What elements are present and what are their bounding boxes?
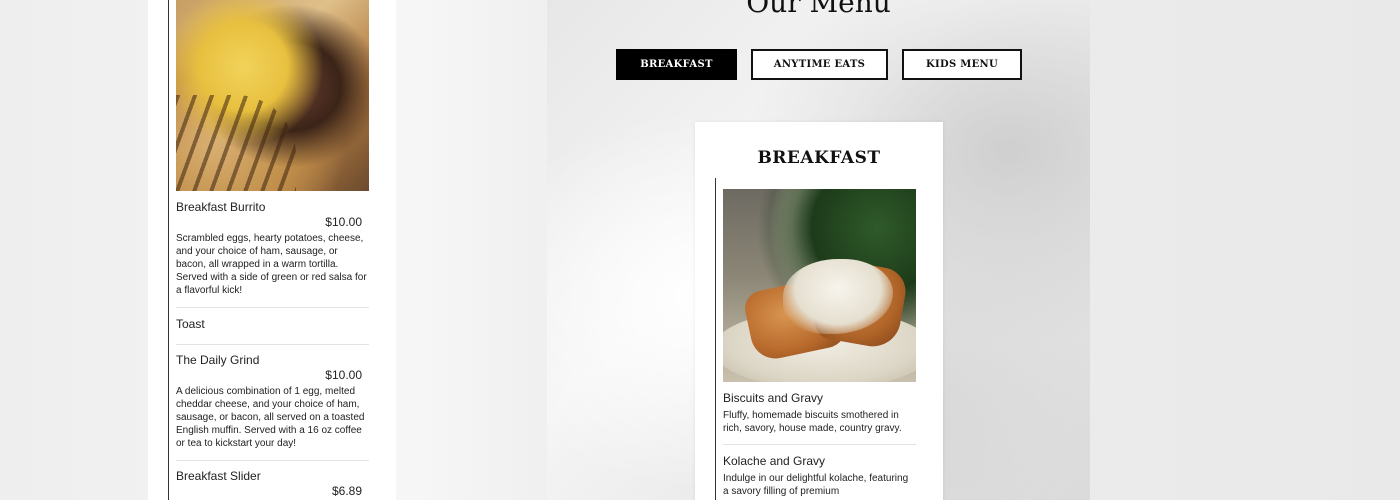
item-name: Kolache and Gravy [723,454,826,468]
item-price: $6.89 [331,484,362,498]
item-price: $10.00 [325,215,362,229]
item-divider [723,444,916,445]
item-name: Breakfast Slider [176,469,261,483]
tab-kids-menu[interactable]: KIDS MENU [902,49,1022,80]
menu-item-toast: Toast [176,317,369,331]
menu-item-biscuits-and-gravy: Biscuits and Gravy Fluffy, homemade bisc… [723,391,909,435]
menu-item-daily-grind: The Daily Grind $10.00 A delicious combi… [176,353,369,450]
menu-item-kolache-and-gravy: Kolache and Gravy Indulge in our delight… [723,454,909,498]
item-description: Indulge in our delightful kolache, featu… [723,473,909,497]
card-vertical-rule [715,178,716,500]
tab-breakfast[interactable]: BREAKFAST [616,49,737,80]
card-title: BREAKFAST [757,148,881,168]
menu-item-breakfast-burrito: Breakfast Burrito $10.00 Scrambled eggs,… [176,200,369,297]
item-divider [176,307,369,308]
biscuits-and-gravy-photo [723,189,916,382]
item-name: Breakfast Burrito [176,200,266,214]
menu-heading: Our Menu [746,0,891,19]
item-description: Scrambled eggs, hearty potatoes, cheese,… [176,233,367,296]
item-description: Fluffy, homemade biscuits smothered in r… [723,410,902,434]
item-price: $10.00 [325,368,362,382]
page: Breakfast Burrito $10.00 Scrambled eggs,… [0,0,1400,500]
tab-anytime-eats[interactable]: ANYTIME EATS [751,49,888,80]
menu-item-breakfast-slider: Breakfast Slider $6.89 [176,469,369,498]
item-divider [176,460,369,461]
item-name: Toast [176,317,205,331]
item-name: The Daily Grind [176,353,260,367]
item-divider [176,344,369,345]
item-name: Biscuits and Gravy [723,391,824,405]
left-vertical-rule [168,0,169,500]
item-description: A delicious combination of 1 egg, melted… [176,386,365,449]
burrito-photo [176,0,369,191]
